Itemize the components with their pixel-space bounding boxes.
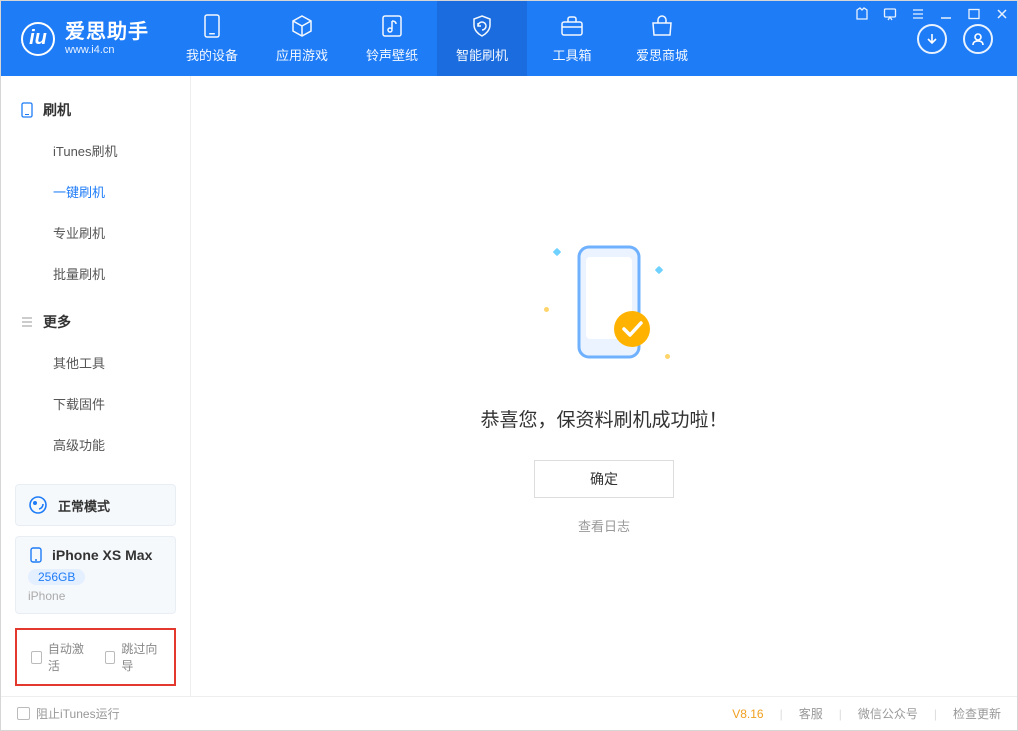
skin-icon[interactable] [855, 7, 869, 24]
cube-icon [289, 13, 315, 39]
body: 刷机 iTunes刷机 一键刷机 专业刷机 批量刷机 更多 其他工具 下载固件 … [1, 76, 1017, 696]
device-icon [28, 547, 44, 563]
toolbox-icon [559, 13, 585, 39]
title-bar: iu 爱思助手 www.i4.cn 我的设备 应用游戏 铃声壁纸 智能刷机 [1, 1, 1017, 76]
window-controls [855, 7, 1009, 24]
mode-icon [28, 495, 48, 515]
checkbox-auto-activate[interactable]: 自动激活 [31, 640, 87, 674]
footer: 阻止iTunes运行 V8.16 | 客服 | 微信公众号 | 检查更新 [1, 696, 1017, 730]
tab-my-device[interactable]: 我的设备 [167, 1, 257, 76]
minimize-button[interactable] [939, 7, 953, 24]
tab-apps[interactable]: 应用游戏 [257, 1, 347, 76]
footer-link-update[interactable]: 检查更新 [953, 705, 1001, 722]
checkbox-icon [105, 651, 116, 664]
device-icon [199, 13, 225, 39]
account-button[interactable] [963, 24, 993, 54]
sidebar-item-download-firmware[interactable]: 下载固件 [1, 383, 190, 424]
confirm-button[interactable]: 确定 [534, 460, 674, 498]
tab-ringtones[interactable]: 铃声壁纸 [347, 1, 437, 76]
tab-flash[interactable]: 智能刷机 [437, 1, 527, 76]
list-icon [19, 314, 35, 330]
close-button[interactable] [995, 7, 1009, 24]
options-highlight-box: 自动激活 跳过向导 [15, 628, 176, 686]
sidebar-item-pro-flash[interactable]: 专业刷机 [1, 212, 190, 253]
checkbox-icon [31, 651, 42, 664]
footer-link-wechat[interactable]: 微信公众号 [858, 705, 918, 722]
logo-icon: iu [21, 22, 55, 56]
phone-icon [19, 102, 35, 118]
sidebar-group-flash[interactable]: 刷机 [1, 90, 190, 130]
mode-label: 正常模式 [58, 496, 110, 515]
success-illustration [524, 237, 684, 377]
device-name: iPhone XS Max [52, 547, 152, 563]
checkbox-skip-guide[interactable]: 跳过向导 [105, 640, 161, 674]
sidebar-item-batch-flash[interactable]: 批量刷机 [1, 253, 190, 294]
checkbox-icon [17, 707, 30, 720]
menu-icon[interactable] [911, 7, 925, 24]
view-log-link[interactable]: 查看日志 [578, 516, 630, 535]
tab-store[interactable]: 爱思商城 [617, 1, 707, 76]
device-capacity: 256GB [28, 569, 85, 585]
sidebar-group-more[interactable]: 更多 [1, 302, 190, 342]
sidebar-item-one-click-flash[interactable]: 一键刷机 [1, 171, 190, 212]
download-button[interactable] [917, 24, 947, 54]
logo: iu 爱思助手 www.i4.cn [1, 1, 167, 76]
sidebar-item-itunes-flash[interactable]: iTunes刷机 [1, 130, 190, 171]
music-icon [379, 13, 405, 39]
version-label: V8.16 [732, 707, 763, 721]
maximize-button[interactable] [967, 7, 981, 24]
sidebar: 刷机 iTunes刷机 一键刷机 专业刷机 批量刷机 更多 其他工具 下载固件 … [1, 76, 191, 696]
mode-card[interactable]: 正常模式 [15, 484, 176, 526]
main-content: 恭喜您，保资料刷机成功啦！ 确定 查看日志 [191, 76, 1017, 696]
sidebar-list: 刷机 iTunes刷机 一键刷机 专业刷机 批量刷机 更多 其他工具 下载固件 … [1, 76, 190, 484]
refresh-shield-icon [469, 13, 495, 39]
success-title: 恭喜您，保资料刷机成功啦！ [480, 405, 727, 432]
sidebar-bottom: 正常模式 iPhone XS Max 256GB iPhone [1, 484, 190, 624]
nav-tabs: 我的设备 应用游戏 铃声壁纸 智能刷机 工具箱 爱思商城 [167, 1, 707, 76]
app-window: iu 爱思助手 www.i4.cn 我的设备 应用游戏 铃声壁纸 智能刷机 [0, 0, 1018, 731]
sidebar-item-other-tools[interactable]: 其他工具 [1, 342, 190, 383]
sidebar-item-advanced[interactable]: 高级功能 [1, 424, 190, 465]
app-name: 爱思助手 [65, 21, 149, 44]
store-icon [649, 13, 675, 39]
footer-link-support[interactable]: 客服 [799, 705, 823, 722]
app-domain: www.i4.cn [65, 44, 149, 57]
checkbox-block-itunes[interactable]: 阻止iTunes运行 [17, 705, 120, 722]
device-type: iPhone [28, 589, 163, 603]
tab-toolbox[interactable]: 工具箱 [527, 1, 617, 76]
device-card[interactable]: iPhone XS Max 256GB iPhone [15, 536, 176, 614]
feedback-icon[interactable] [883, 7, 897, 24]
